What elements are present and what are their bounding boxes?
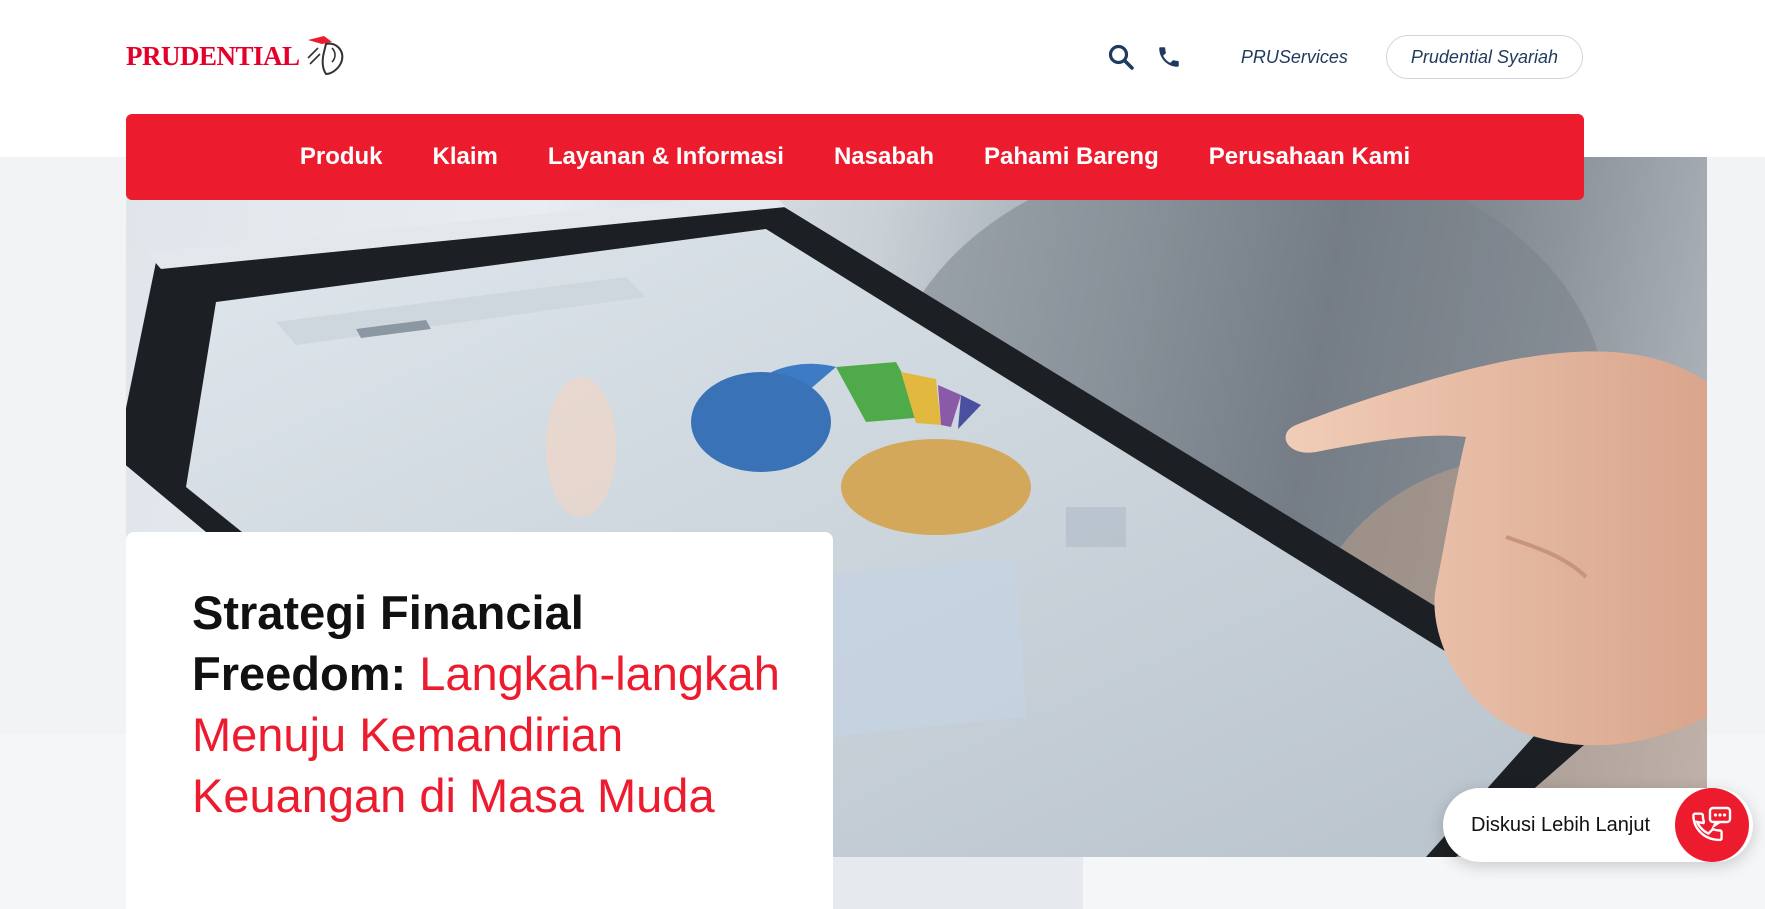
- phone-icon[interactable]: [1151, 39, 1187, 75]
- article-title-card: Strategi Financial Freedom: Langkah-lang…: [126, 532, 833, 909]
- prudence-figure-icon: [306, 36, 343, 76]
- pruservices-link[interactable]: PRUServices: [1241, 47, 1348, 68]
- search-icon[interactable]: [1103, 39, 1139, 75]
- main-navigation: Produk Klaim Layanan & Informasi Nasabah…: [126, 114, 1584, 200]
- discuss-further-button[interactable]: Diskusi Lebih Lanjut: [1443, 788, 1753, 862]
- nav-item-perusahaan-kami[interactable]: Perusahaan Kami: [1209, 143, 1410, 171]
- nav-item-pahami-bareng[interactable]: Pahami Bareng: [984, 143, 1159, 171]
- nav-item-produk[interactable]: Produk: [300, 143, 383, 171]
- logo-wordmark: PRUDENTIAL: [126, 40, 300, 71]
- chat-phone-icon: [1675, 788, 1749, 862]
- discuss-further-label: Diskusi Lebih Lanjut: [1471, 813, 1650, 836]
- header-utilities: PRUServices Prudential Syariah: [1103, 34, 1583, 80]
- prudential-syariah-button[interactable]: Prudential Syariah: [1385, 35, 1583, 79]
- nav-item-klaim[interactable]: Klaim: [433, 143, 498, 171]
- nav-item-layanan-informasi[interactable]: Layanan & Informasi: [548, 143, 784, 171]
- page-title: Strategi Financial Freedom: Langkah-lang…: [192, 582, 792, 826]
- prudential-logo[interactable]: PRUDENTIAL: [126, 34, 350, 78]
- nav-item-nasabah[interactable]: Nasabah: [834, 143, 934, 171]
